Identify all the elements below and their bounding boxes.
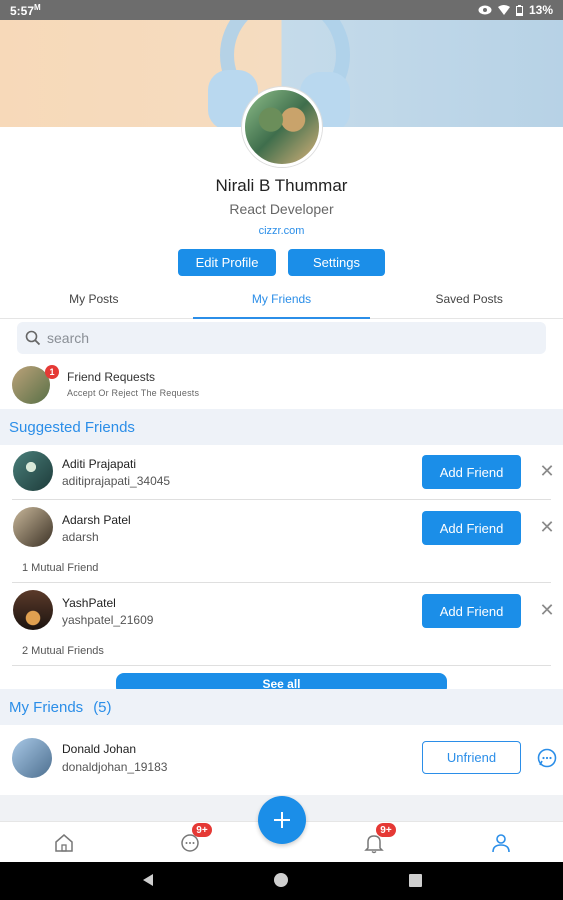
battery-icon [515, 4, 523, 16]
my-friends-title: My Friends [9, 698, 84, 716]
avatar[interactable] [13, 507, 53, 547]
divider [12, 582, 551, 583]
divider [12, 499, 551, 500]
tab-my-posts[interactable]: My Posts [0, 285, 188, 318]
friend-requests-badge: 1 [45, 365, 59, 379]
close-icon[interactable]: ✕ [539, 461, 555, 482]
plus-icon [274, 812, 290, 828]
friend-handle: yashpatel_21609 [62, 613, 154, 627]
create-post-button[interactable] [258, 796, 306, 844]
system-nav-bar [0, 862, 563, 900]
add-friend-button[interactable]: Add Friend [422, 455, 521, 489]
status-bar: 5:57M 13% [0, 0, 563, 20]
my-friends-count: (5) [93, 698, 112, 716]
avatar[interactable] [13, 451, 53, 491]
my-friends-heading: My Friends (5) [0, 689, 563, 725]
suggested-friends-heading: Suggested Friends [0, 409, 563, 445]
close-icon[interactable]: ✕ [539, 517, 555, 538]
wifi-icon [497, 5, 510, 15]
add-friend-button[interactable]: Add Friend [422, 594, 521, 628]
friend-handle: adarsh [62, 530, 99, 544]
status-time: 5:57M [10, 2, 41, 18]
friend-requests-row[interactable]: 1 Friend Requests Accept Or Reject The R… [12, 363, 552, 405]
tab-my-friends[interactable]: My Friends [188, 285, 376, 319]
avatar[interactable] [13, 590, 53, 630]
friend-name: YashPatel [62, 596, 116, 610]
back-icon[interactable] [141, 873, 155, 887]
notifications-badge: 9+ [376, 823, 396, 837]
search-icon [25, 330, 41, 346]
profile-role: React Developer [229, 201, 334, 217]
friend-name: Aditi Prajapati [62, 457, 137, 471]
eye-icon [478, 5, 492, 15]
search-input[interactable] [47, 330, 527, 346]
profile-name: Nirali B Thummar [215, 176, 348, 195]
close-icon[interactable]: ✕ [539, 600, 555, 621]
tab-saved-posts[interactable]: Saved Posts [375, 285, 563, 318]
avatar[interactable] [12, 738, 52, 778]
profile-icon[interactable] [490, 832, 512, 854]
mutual-friends-count: 1 Mutual Friend [22, 562, 99, 574]
home-button[interactable] [274, 873, 288, 887]
add-friend-button[interactable]: Add Friend [422, 511, 521, 545]
divider [12, 665, 551, 666]
search-bar[interactable] [17, 322, 546, 354]
friend-requests-subtitle: Accept Or Reject The Requests [67, 388, 200, 398]
home-icon[interactable] [53, 832, 75, 854]
chat-badge: 9+ [192, 823, 212, 837]
mutual-friends-count: 2 Mutual Friends [22, 645, 104, 657]
status-icons: 13% [478, 3, 553, 17]
edit-profile-button[interactable]: Edit Profile [178, 249, 276, 276]
settings-button[interactable]: Settings [288, 249, 385, 276]
friend-requests-title: Friend Requests [67, 370, 156, 384]
friend-name: Donald Johan [62, 742, 137, 756]
recent-apps-button[interactable] [409, 874, 422, 887]
profile-tabs: My Posts My Friends Saved Posts [0, 285, 563, 319]
chat-bubble-icon[interactable] [536, 747, 558, 769]
unfriend-button[interactable]: Unfriend [422, 741, 521, 774]
friend-handle: aditiprajapati_34045 [62, 474, 171, 488]
list-item: Donald Johan donaldjohan_19183 Unfriend [0, 730, 563, 790]
friend-name: Adarsh Patel [62, 513, 131, 527]
profile-link[interactable]: cizzr.com [0, 225, 563, 237]
battery-percent: 13% [528, 3, 553, 17]
friend-handle: donaldjohan_19183 [62, 760, 168, 774]
profile-avatar[interactable] [242, 87, 322, 167]
